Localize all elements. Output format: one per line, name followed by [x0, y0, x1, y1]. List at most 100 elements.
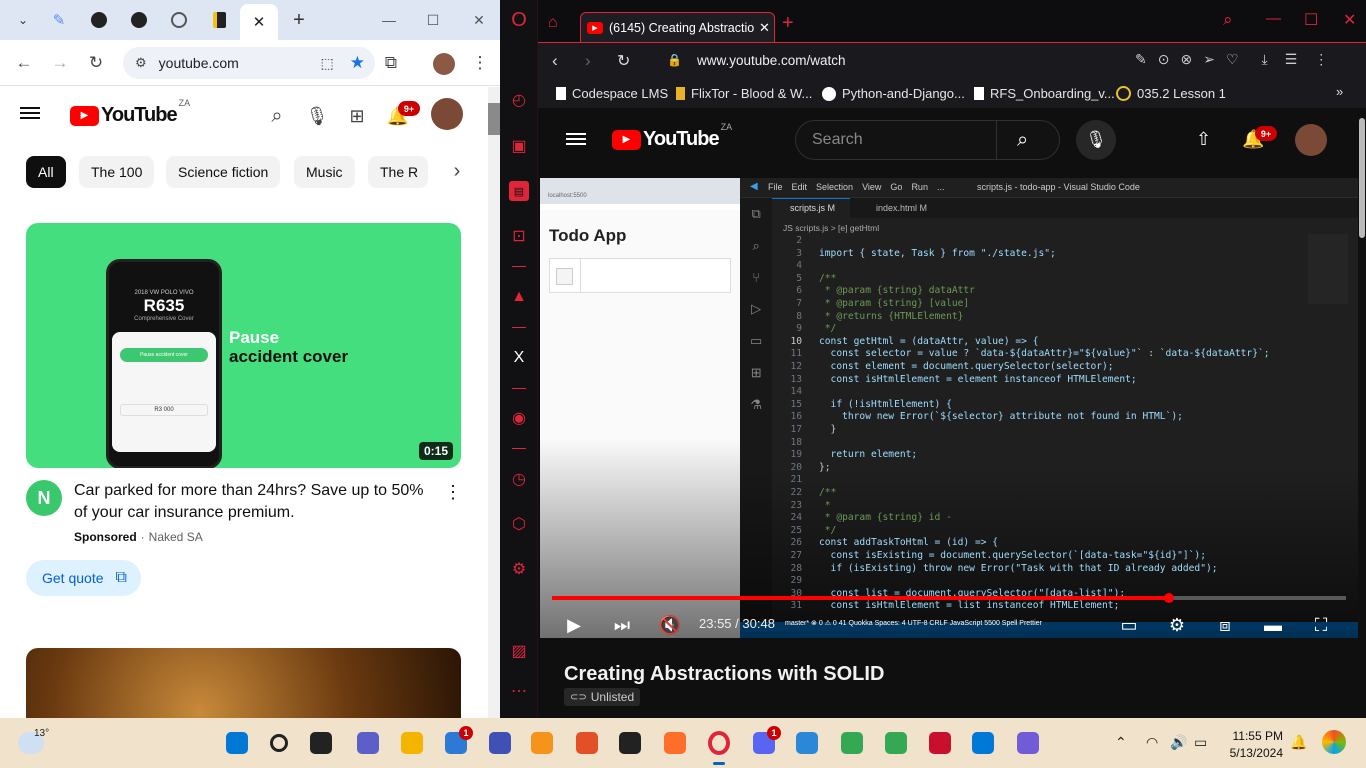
bookmark-star-icon[interactable]: ★	[350, 53, 365, 73]
bookmarks-overflow-icon[interactable]: »	[1336, 84, 1343, 99]
bookmark-flixtor[interactable]: FlixTor - Blood & W...	[676, 86, 812, 101]
player-icon[interactable]: ◉	[509, 408, 529, 428]
page-scrollbar[interactable]	[1359, 118, 1365, 238]
subtitles-icon[interactable]: ▭	[1115, 612, 1143, 638]
firefox-icon[interactable]	[660, 728, 690, 758]
tab-github-2[interactable]	[122, 6, 156, 34]
github-desktop-icon[interactable]	[615, 728, 645, 758]
hamburger-icon[interactable]	[566, 130, 586, 148]
file-explorer-icon[interactable]	[397, 728, 427, 758]
battery-icon[interactable]: ▭	[1194, 734, 1207, 751]
forward-icon[interactable]: ›	[585, 51, 591, 71]
scrollbar[interactable]	[488, 87, 500, 718]
bookmark-rfs-onboarding[interactable]: RFS_Onboarding_v...	[974, 86, 1115, 101]
tray-overflow-icon[interactable]: ⌃	[1115, 734, 1127, 751]
back-icon[interactable]: ←	[12, 52, 36, 74]
avatar[interactable]	[1295, 124, 1327, 156]
bookmark-python-django[interactable]: Python-and-Django...	[822, 86, 965, 101]
tab-youtube-active[interactable]: ✕	[240, 4, 278, 40]
more-sidebar-icon[interactable]: ⋯	[509, 681, 529, 701]
opera-logo-icon[interactable]: O	[509, 9, 529, 31]
search-icon[interactable]: ⌕	[1017, 129, 1028, 152]
settings-icon[interactable]: ⚙	[509, 559, 529, 579]
search-tabs-icon[interactable]: ⌕	[1223, 10, 1233, 30]
wifi-icon[interactable]: ◠	[1146, 734, 1158, 751]
close-window-button[interactable]: ✕	[462, 6, 496, 34]
start-icon[interactable]	[222, 728, 252, 758]
volume-icon[interactable]: 🔊	[1170, 734, 1187, 751]
azure-icon[interactable]	[485, 728, 515, 758]
close-window-icon[interactable]: ✕	[1343, 10, 1356, 30]
maximize-button[interactable]: ☐	[416, 6, 450, 34]
cube-icon[interactable]: ⬡	[509, 514, 529, 534]
more-icon[interactable]: ⋮	[1314, 51, 1328, 68]
advertiser-avatar[interactable]: N	[26, 480, 62, 516]
history-icon[interactable]: ◷	[509, 469, 529, 489]
block-icon[interactable]: ⊗	[1180, 51, 1192, 68]
clock[interactable]: 11:55 PM 5/13/2024	[1225, 728, 1283, 762]
tab-youtube-video[interactable]: ▶ (6145) Creating Abstraction ✕	[580, 12, 775, 42]
tab-notebook[interactable]	[202, 6, 236, 34]
chip-music[interactable]: Music	[294, 156, 355, 188]
search-box[interactable]: Search ⌕	[795, 120, 1060, 160]
notifications-icon[interactable]: 🔔	[1290, 734, 1307, 751]
gamepad-icon[interactable]: ⌂	[548, 14, 558, 32]
bitcoin-icon[interactable]	[527, 728, 557, 758]
chip-science-fiction[interactable]: Science fiction	[166, 156, 281, 188]
tab-globe[interactable]	[162, 6, 196, 34]
get-quote-button[interactable]: Get quote ⧉	[26, 560, 141, 596]
ad-title[interactable]: Car parked for more than 24hrs? Save up …	[74, 480, 434, 524]
opera-icon[interactable]	[704, 728, 734, 758]
copilot-pre-icon[interactable]	[1322, 730, 1346, 754]
minimize-button[interactable]: —	[372, 6, 406, 34]
send-icon[interactable]: ➢	[1203, 51, 1215, 68]
site-info-icon[interactable]: ⚙	[135, 55, 147, 71]
back-icon[interactable]: ‹	[552, 51, 558, 71]
upload-icon[interactable]: ⇧	[1196, 129, 1211, 150]
mcafee-icon[interactable]	[925, 728, 955, 758]
tab-github-1[interactable]	[82, 6, 116, 34]
extensions-icon[interactable]: ⧉	[380, 52, 402, 74]
forward-icon[interactable]: →	[48, 52, 72, 74]
settings-gear-icon[interactable]: ⚙	[1163, 612, 1191, 638]
search-icon[interactable]	[264, 728, 294, 758]
url-text[interactable]: www.youtube.com/watch	[697, 53, 846, 68]
chip-all[interactable]: All	[26, 156, 66, 188]
download-icon[interactable]: ⤓	[1262, 51, 1268, 68]
youtube-logo[interactable]: ▶ YouTube ZA	[70, 98, 190, 127]
task-view-icon[interactable]	[306, 728, 336, 758]
edit-icon[interactable]: ✎	[1135, 51, 1147, 68]
more-options-icon[interactable]: ⋮	[444, 482, 462, 503]
next-icon[interactable]: ⏭	[608, 612, 636, 638]
search-input[interactable]: Search	[812, 131, 996, 149]
address-bar[interactable]: ⚙ youtube.com ⬚ ★	[123, 47, 375, 79]
search-icon[interactable]: ⌕	[265, 104, 289, 128]
teams-icon[interactable]	[353, 728, 383, 758]
gx-bag-icon[interactable]: ▣	[509, 136, 529, 156]
tab-puzzle[interactable]: ✎	[42, 6, 76, 34]
figma-icon[interactable]	[572, 728, 602, 758]
new-tab-button[interactable]: +	[782, 12, 794, 35]
chip-the-r[interactable]: The R	[368, 156, 428, 188]
hamburger-icon[interactable]	[20, 104, 40, 124]
maximize-icon[interactable]: ☐	[1304, 10, 1318, 30]
bookmark-codespace[interactable]: Codespace LMS	[556, 86, 668, 101]
youtube-logo[interactable]: ▶ YouTube ZA	[612, 122, 732, 151]
chips-next-icon[interactable]: ›	[444, 158, 470, 184]
theater-mode-icon[interactable]: ▬	[1259, 612, 1287, 638]
ad-thumbnail[interactable]: 2018 VW POLO VIVO R635 Comprehensive Cov…	[26, 223, 461, 468]
aria-icon[interactable]: ▲	[509, 287, 529, 307]
notepad-icon[interactable]	[792, 728, 822, 758]
fullscreen-icon[interactable]: ⛶	[1307, 612, 1335, 638]
twitch-icon[interactable]: ▤	[509, 181, 529, 201]
next-video-thumbnail[interactable]	[26, 648, 461, 718]
close-icon[interactable]: ✕	[253, 13, 266, 31]
lock-icon[interactable]: 🔒	[667, 53, 682, 67]
mute-icon[interactable]: 🔇	[656, 612, 684, 638]
heart-icon[interactable]: ♡	[1226, 51, 1239, 68]
create-video-icon[interactable]: ⊞	[344, 104, 370, 128]
reload-icon[interactable]: ↻	[84, 52, 108, 74]
bookmark-lesson[interactable]: 035.2 Lesson 1	[1116, 86, 1226, 101]
play-icon[interactable]: ▶	[560, 612, 588, 638]
control-icon[interactable]: ⊡	[509, 226, 529, 246]
